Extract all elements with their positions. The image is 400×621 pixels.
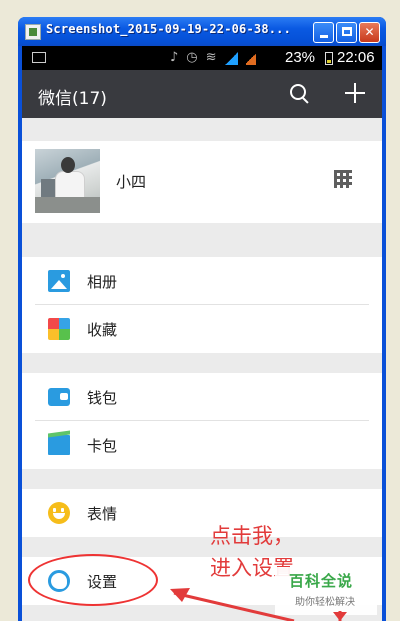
wifi-icon: ≋ (205, 50, 217, 65)
status-bar: ♪ ◷ ≋ 23% 22:06 (22, 46, 382, 70)
signal-icon (224, 51, 238, 65)
gallery-notification-icon (32, 52, 46, 63)
menu-item-label: 表情 (87, 505, 118, 523)
minimize-icon (319, 35, 328, 38)
minimize-button[interactable] (313, 22, 334, 43)
window-title: Screenshot_2015-09-19-22-06-38... (46, 22, 292, 36)
profile-card[interactable]: 小四 (22, 141, 382, 223)
favorites-icon (48, 318, 70, 340)
avatar-photo-detail (35, 197, 100, 213)
battery-icon (325, 52, 333, 65)
alarm-icon: ◷ (186, 50, 198, 65)
avatar-photo-detail (61, 157, 75, 173)
page-title: 微信(17) (38, 89, 107, 109)
menu-item-favorites[interactable]: 收藏 (22, 305, 382, 353)
card-package-icon (48, 435, 70, 455)
image-file-icon (25, 24, 41, 40)
watermark-title: 百科全说 (289, 572, 354, 590)
watermark-subtitle: 助你轻松解决 (295, 597, 355, 608)
profile-name: 小四 (116, 173, 147, 191)
search-icon[interactable] (288, 82, 312, 106)
avatar (35, 149, 100, 213)
mute-icon: ♪ (170, 50, 179, 65)
phone-screen: ♪ ◷ ≋ 23% 22:06 微信(17) 小四 相册 收藏 钱包 卡包 表情… (22, 46, 382, 621)
annotation-text-line1: 点击我， (210, 524, 294, 548)
battery-percent: 23% (285, 49, 316, 66)
plus-icon[interactable] (344, 82, 366, 104)
qr-code-icon[interactable] (334, 170, 352, 188)
menu-item-label: 钱包 (87, 389, 118, 407)
signal-secondary-icon (245, 51, 256, 65)
menu-item-album[interactable]: 相册 (22, 257, 382, 305)
clock: 22:06 (337, 49, 375, 66)
app-bar: 微信(17) (22, 70, 382, 118)
window-frame: Screenshot_2015-09-19-22-06-38... ✕ ♪ ◷ … (18, 17, 386, 621)
album-icon (48, 270, 70, 292)
menu-item-label: 卡包 (87, 437, 118, 455)
close-button[interactable]: ✕ (359, 22, 380, 43)
annotation-circle (28, 554, 158, 606)
maximize-icon (341, 27, 352, 36)
menu-item-wallet[interactable]: 钱包 (22, 373, 382, 421)
menu-item-cards[interactable]: 卡包 (22, 421, 382, 469)
maximize-button[interactable] (336, 22, 357, 43)
status-icons: ♪ ◷ ≋ (170, 50, 256, 66)
menu-item-label: 相册 (87, 273, 118, 291)
menu-item-stickers[interactable]: 表情 (22, 489, 382, 537)
emoji-icon (48, 502, 70, 524)
window-titlebar[interactable]: Screenshot_2015-09-19-22-06-38... ✕ (18, 17, 386, 46)
menu-item-label: 收藏 (87, 321, 118, 339)
watermark: 百科全说 助你轻松解决 (275, 567, 377, 615)
wallet-icon (48, 388, 70, 406)
